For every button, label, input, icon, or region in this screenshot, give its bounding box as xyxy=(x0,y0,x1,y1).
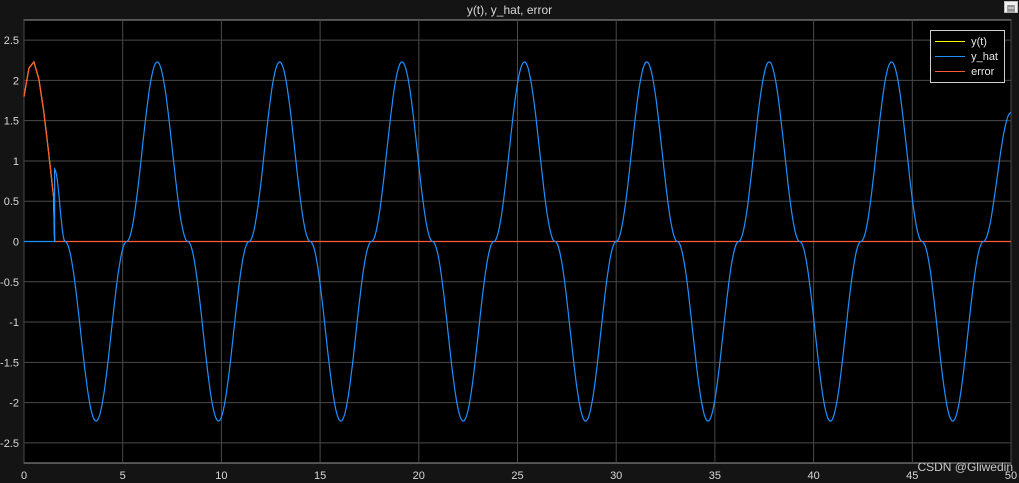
plot-area: 0 5 10 15 20 25 30 35 40 45 502.521.510.50-0.5-1-1… xyxy=(0,19,1017,482)
x-tick-label: 20 xyxy=(413,470,425,482)
y-tick-label: -0.5 xyxy=(0,277,19,289)
y-tick-label: -2 xyxy=(9,398,19,410)
x-tick-label: 35 xyxy=(709,470,721,482)
legend-label: y(t) xyxy=(971,35,987,48)
legend-swatch xyxy=(935,71,966,72)
y-tick-label: 1.5 xyxy=(4,116,19,128)
chart-title: y(t), y_hat, error xyxy=(466,3,553,17)
x-tick-label: 10 xyxy=(215,470,227,482)
legend[interactable]: y(t) y_haterror xyxy=(930,30,1005,83)
y-tick-label: 1 xyxy=(13,156,19,168)
legend-item[interactable]: y(t) xyxy=(935,34,998,49)
x-tick-label: 5 xyxy=(120,470,126,482)
legend-swatch xyxy=(935,56,966,57)
x-tick-label: 15 xyxy=(314,470,326,482)
x-tick-label: 25 xyxy=(511,470,523,482)
x-tick-label: 30 xyxy=(610,470,622,482)
y-tick-label: -1 xyxy=(9,317,19,329)
legend-item[interactable]: y_hat xyxy=(935,49,998,64)
legend-swatch xyxy=(935,41,966,42)
y-tick-label: 2 xyxy=(13,75,19,87)
y-tick-label: 2.5 xyxy=(4,35,19,47)
scope-window: 0 5 10 15 20 25 30 35 40 45 50 2.5 2 1.5 1 0.5 0 -0.5 -1 -1… xyxy=(0,0,1019,483)
y-tick-label: -1.5 xyxy=(0,357,19,369)
y-tick-label: -2.5 xyxy=(0,438,19,450)
legend-label: error xyxy=(971,65,995,78)
x-tick-label: 0 xyxy=(21,470,27,482)
y-tick-label: 0 xyxy=(13,237,19,249)
expand-icon[interactable]: ▤ xyxy=(1004,1,1018,13)
watermark: CSDN @Gliwedin xyxy=(917,460,1013,474)
legend-label: y_hat xyxy=(971,50,998,63)
y-tick-label: 0.5 xyxy=(4,196,19,208)
legend-item[interactable]: error xyxy=(935,64,998,79)
x-tick-label: 40 xyxy=(807,470,819,482)
